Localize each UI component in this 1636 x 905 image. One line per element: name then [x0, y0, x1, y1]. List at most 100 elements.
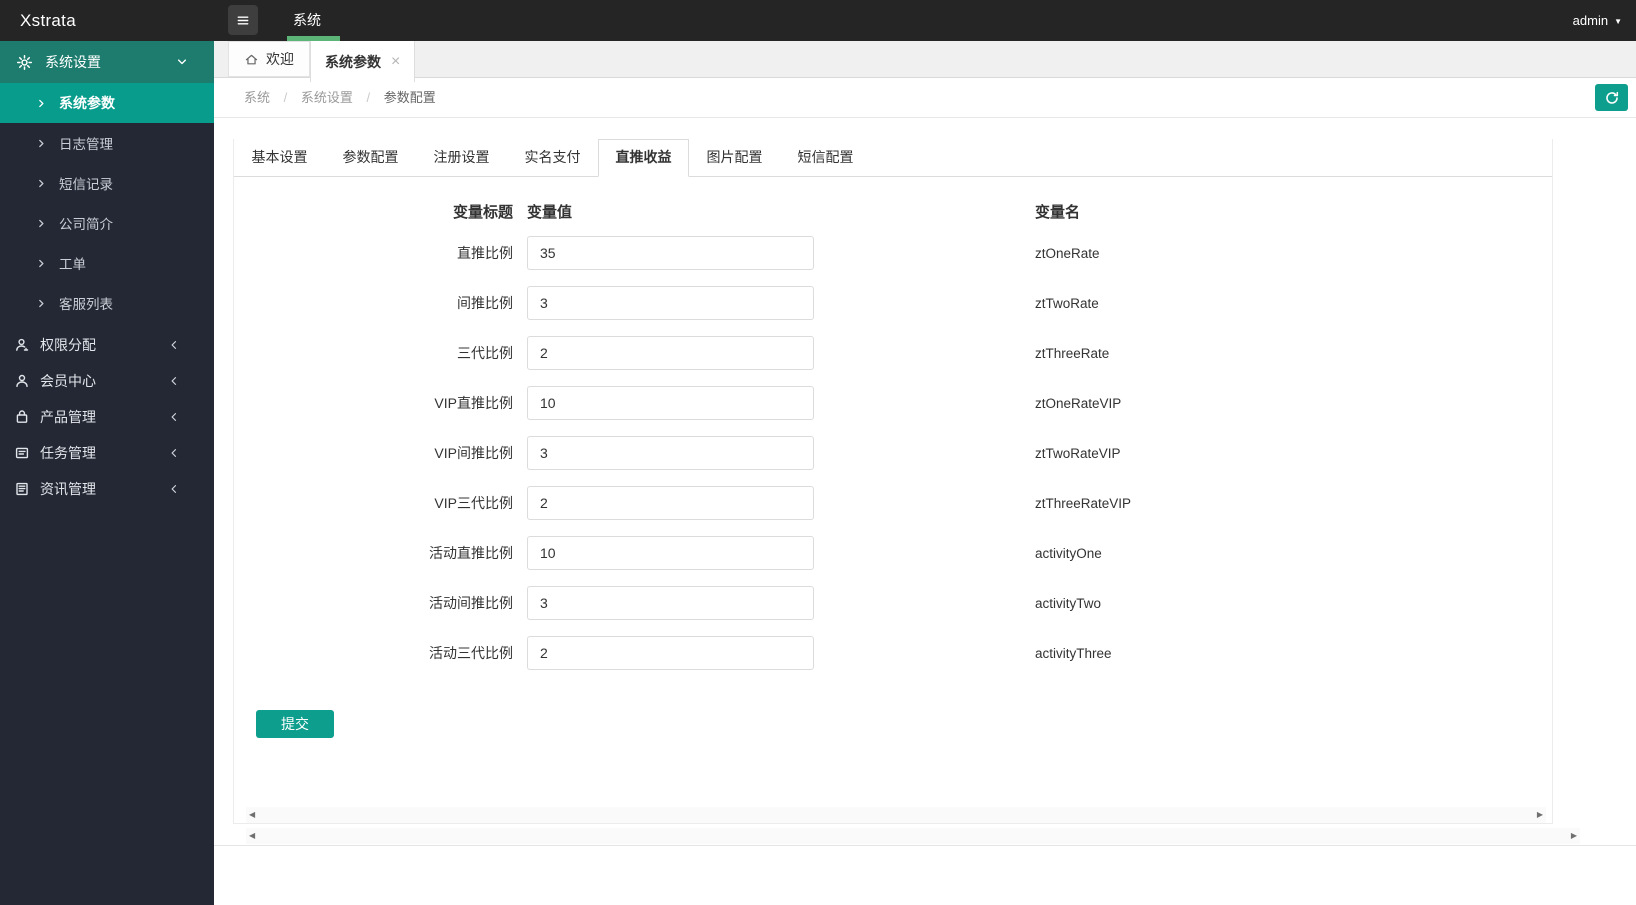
settings-panel: 基本设置 参数配置 注册设置 实名支付 直推收益 图片配置 短信配置 变量标题 变量值 变量…: [233, 139, 1553, 824]
form-rows: 直推比例 ztOneRate 间推比例 ztTwoRate 三代比例 ztThreeRat…: [234, 236, 1552, 670]
form-row: 直推比例 ztOneRate: [234, 236, 1552, 270]
submit-button[interactable]: 提交: [256, 710, 334, 738]
sidebar-submenu-item[interactable]: 系统参数: [0, 83, 214, 123]
chevron-right-icon: [36, 258, 47, 269]
breadcrumb-separator: /: [283, 90, 288, 105]
sidebar-submenu-item[interactable]: 公司简介: [0, 203, 214, 243]
sidebar-group-item[interactable]: 任务管理: [0, 435, 214, 471]
sidebar-group-item[interactable]: 资讯管理: [0, 471, 214, 507]
breadcrumb-separator: /: [366, 90, 371, 105]
sidebar-item-label: 工单: [59, 257, 86, 272]
sidebar-group-item[interactable]: 会员中心: [0, 363, 214, 399]
sidebar-group-system-settings[interactable]: 系统设置: [0, 41, 214, 83]
breadcrumb-bar: 系统 / 系统设置 / 参数配置: [214, 78, 1636, 118]
inner-horizontal-scrollbar[interactable]: ◀ ▶: [246, 807, 1546, 823]
sidebar-group-label: 会员中心: [40, 373, 96, 389]
sidebar-submenu-item[interactable]: 短信记录: [0, 163, 214, 203]
page-tab-strip: 欢迎 系统参数 ×: [214, 41, 1636, 82]
form-row: 三代比例 ztThreeRate: [234, 336, 1552, 370]
scroll-right-icon[interactable]: ▶: [1537, 807, 1543, 823]
sidebar-group-label: 系统设置: [45, 54, 101, 70]
value-input[interactable]: [527, 286, 814, 320]
variable-name: ztOneRate: [1035, 245, 1100, 261]
chevron-left-icon: [168, 411, 180, 423]
product-icon: [14, 409, 30, 425]
page-bottom-divider: [214, 845, 1636, 846]
field-label: 活动三代比例: [429, 645, 513, 661]
variable-name: ztTwoRate: [1035, 295, 1099, 311]
scroll-right-icon[interactable]: ▶: [1571, 828, 1577, 844]
sidebar-submenu: 系统参数 日志管理短信记录公司简介工单客服列表: [0, 83, 214, 323]
tab-system-params[interactable]: 系统参数 ×: [310, 41, 416, 82]
config-tab[interactable]: 注册设置: [416, 139, 507, 176]
value-input[interactable]: [527, 486, 814, 520]
close-icon[interactable]: ×: [391, 53, 400, 70]
active-nav-underline: [287, 36, 340, 41]
refresh-button[interactable]: [1595, 84, 1628, 111]
chevron-left-icon: [168, 483, 180, 495]
field-label: 活动直推比例: [429, 545, 513, 561]
sidebar-toggle-button[interactable]: [228, 5, 258, 35]
top-nav-system[interactable]: 系统: [270, 0, 344, 41]
sidebar-item-label: 短信记录: [59, 177, 113, 192]
field-label: VIP间推比例: [434, 445, 513, 461]
variable-name: activityOne: [1035, 545, 1102, 561]
config-tab[interactable]: 直推收益: [598, 139, 689, 177]
form-header-row: 变量标题 变量值 变量名: [234, 201, 1552, 222]
form-row: VIP间推比例 ztTwoRateVIP: [234, 436, 1552, 470]
form-row: 活动三代比例 activityThree: [234, 636, 1552, 670]
chevron-right-icon: [36, 298, 47, 309]
value-input[interactable]: [527, 586, 814, 620]
config-tab[interactable]: 参数配置: [325, 139, 416, 176]
variable-name: ztThreeRateVIP: [1035, 495, 1132, 511]
sidebar-item-label: 客服列表: [59, 297, 113, 312]
scroll-left-icon[interactable]: ◀: [249, 828, 255, 844]
variable-name: ztOneRateVIP: [1035, 395, 1122, 411]
field-label: 间推比例: [457, 295, 513, 311]
user-menu[interactable]: admin ▼: [1573, 0, 1622, 42]
value-input[interactable]: [527, 236, 814, 270]
field-label: 三代比例: [457, 345, 513, 361]
form-row: 间推比例 ztTwoRate: [234, 286, 1552, 320]
breadcrumb: 系统 / 系统设置 / 参数配置: [244, 78, 436, 117]
sidebar: 系统设置 系统参数 日志管理短信记录公司简介工单客服列表 权限分配会员中心产品管理…: [0, 41, 214, 905]
header-variable-name: 变量名: [1035, 204, 1081, 221]
field-label: 直推比例: [457, 245, 513, 261]
header-variable-value: 变量值: [527, 204, 573, 221]
value-input[interactable]: [527, 436, 814, 470]
sidebar-group-item[interactable]: 权限分配: [0, 327, 214, 363]
sidebar-submenu-item[interactable]: 客服列表: [0, 283, 214, 323]
form-row: VIP三代比例 ztThreeRateVIP: [234, 486, 1552, 520]
outer-horizontal-scrollbar[interactable]: ◀ ▶: [246, 828, 1580, 844]
top-bar: Xstrata 系统 admin ▼: [0, 0, 1636, 41]
params-form: 变量标题 变量值 变量名 直推比例 ztOneRate 间推比例 ztTwoRate 三…: [234, 177, 1552, 738]
value-input[interactable]: [527, 636, 814, 670]
value-input[interactable]: [527, 386, 814, 420]
value-input[interactable]: [527, 536, 814, 570]
tab-welcome[interactable]: 欢迎: [228, 41, 310, 77]
chevron-right-icon: [36, 178, 47, 189]
chevron-left-icon: [168, 447, 180, 459]
field-label: 活动间推比例: [429, 595, 513, 611]
chevron-down-icon: [176, 56, 188, 68]
user-permission-icon: [14, 337, 30, 353]
sidebar-group-label: 任务管理: [40, 445, 96, 461]
config-tab[interactable]: 图片配置: [689, 139, 780, 176]
config-tab[interactable]: 短信配置: [780, 139, 871, 176]
tab-content: 基本设置 参数配置 注册设置 实名支付 直推收益 图片配置 短信配置 变量标题 变量值 变量…: [214, 118, 1636, 846]
sidebar-submenu-item[interactable]: 日志管理: [0, 123, 214, 163]
home-icon: [244, 52, 259, 67]
brand-logo: Xstrata: [20, 11, 76, 30]
scroll-left-icon[interactable]: ◀: [249, 807, 255, 823]
config-tab[interactable]: 实名支付: [507, 139, 598, 176]
sidebar-group-item[interactable]: 产品管理: [0, 399, 214, 435]
sidebar-submenu-item[interactable]: 工单: [0, 243, 214, 283]
config-tab[interactable]: 基本设置: [234, 139, 325, 176]
user-name: admin: [1572, 13, 1609, 28]
breadcrumb-item[interactable]: 系统: [244, 90, 270, 105]
form-row: VIP直推比例 ztOneRateVIP: [234, 386, 1552, 420]
breadcrumb-item[interactable]: 系统设置: [301, 90, 353, 105]
main-area: 欢迎 系统参数 × 系统 / 系统设置 / 参数配置 基本设置 参数配置 注册设置实…: [214, 41, 1636, 905]
value-input[interactable]: [527, 336, 814, 370]
breadcrumb-item-current: 参数配置: [383, 90, 436, 105]
